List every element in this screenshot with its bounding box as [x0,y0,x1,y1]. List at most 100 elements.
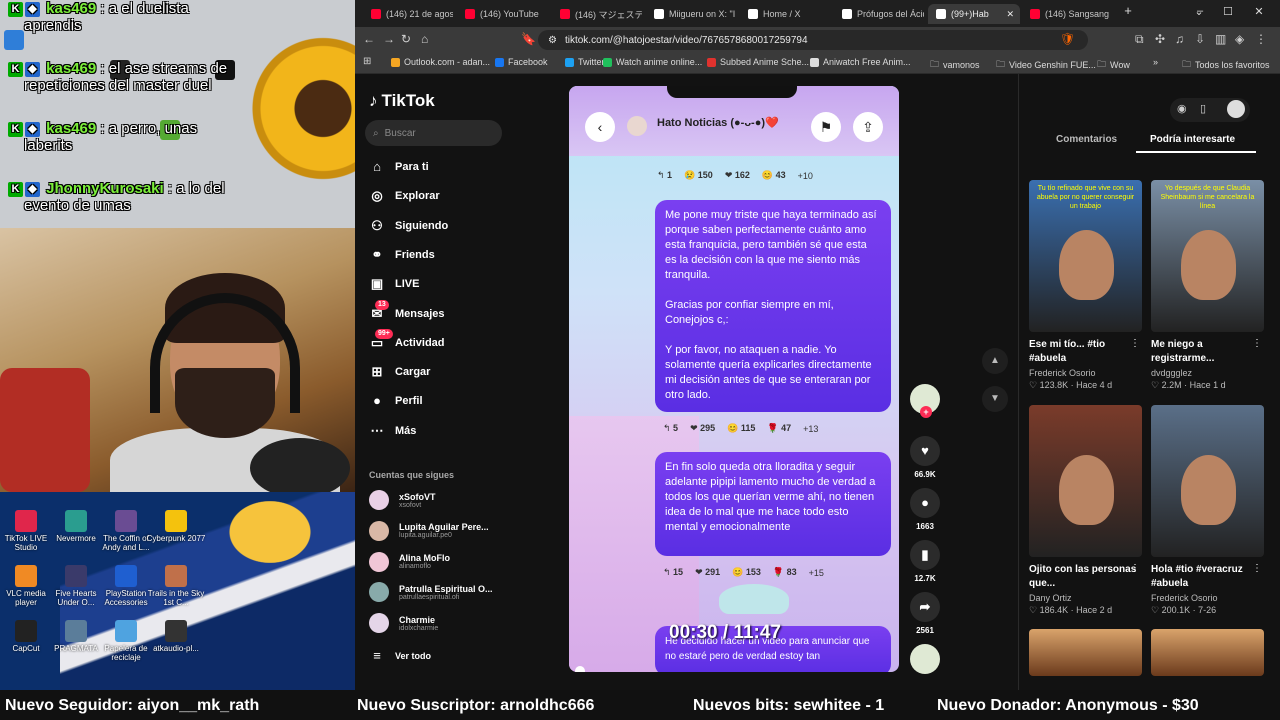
device-icon[interactable]: ▯ [1200,102,1206,115]
forward-icon[interactable]: → [383,32,395,46]
bookmark-item[interactable]: 🗀 vamonos [930,57,980,73]
nav-item-actividad[interactable]: ▭ 99+ Actividad [369,328,445,351]
see-all-button[interactable]: ≡ Ver todo [369,648,431,664]
minimize-icon[interactable]: – [1190,5,1210,17]
sidebar-icon[interactable]: ▥ [1215,32,1226,46]
video-player[interactable]: ‹ Hato Noticias (●-ᴗ-●)❤️ ⚑ ⇪ ↰ 1 😢 150 … [569,86,899,672]
apps-grid-icon[interactable]: ⊞ [363,56,371,67]
home-icon[interactable]: ⌂ [421,32,428,46]
close-window-icon[interactable]: ✕ [1249,5,1269,18]
nav-item-siguiendo[interactable]: ⚇ Siguiendo [369,218,448,234]
nav-item-cargar[interactable]: ⊞ Cargar [369,364,431,380]
video-caption: Ojito con las personas que... [1029,564,1137,589]
desktop-shortcut[interactable]: atkaudio-pl... [146,620,206,653]
browser-tab-active[interactable]: (99+)Hab ✕ [928,4,1020,24]
chat-text-continued: laberits [24,137,73,154]
tab-recommended[interactable]: Podría interesarte [1150,134,1235,145]
menu-icon[interactable]: ⋮ [1255,32,1267,46]
browser-tab[interactable]: (146) YouTube [457,4,547,24]
bookmark-item[interactable]: Watch anime online... [603,57,702,67]
comment-button[interactable]: ● 1663 [908,488,942,531]
user-avatar[interactable] [1227,100,1245,118]
bookmarks-overflow-icon[interactable]: » [1153,57,1158,67]
app-icon [15,620,37,642]
address-bar[interactable]: ⚙ tiktok.com/@hatojoestar/video/76765786… [538,30,1088,50]
desktop-shortcut[interactable]: Cyberpunk 2077 [146,510,206,543]
browser-tab[interactable]: Miigueru on X: "I [646,4,736,24]
progress-scrubber[interactable] [575,666,585,672]
recommended-video-card[interactable]: Tu tío refinado que vive con su abuela p… [1029,180,1142,391]
browser-tab[interactable]: (146) マジェスティ [552,4,642,24]
maximize-icon[interactable]: ☐ [1218,5,1238,18]
video-thumbnail[interactable] [1029,405,1142,557]
gift-icon[interactable]: ◉ [1177,102,1187,115]
video-thumbnail[interactable] [1151,629,1264,676]
bookmark-item[interactable]: Facebook [495,57,548,67]
browser-tab[interactable]: (146) 21 de agost [363,4,453,24]
nav-item-para-ti[interactable]: ⌂ Para ti [369,159,429,175]
media-icon[interactable]: ♫ [1175,32,1184,46]
desktop-shortcut[interactable]: Trails in the Sky 1st C... [146,565,206,607]
tiktok-logo[interactable]: ♪ TikTok [369,91,435,111]
video-thumbnail[interactable] [1029,629,1142,676]
chat-message: K ◆ JhonnyKurosaki : a lo del evento de u… [8,180,225,214]
brave-shield-icon[interactable]: 🛡 [1060,32,1075,46]
more-options-icon[interactable]: ⋮ [1130,563,1140,574]
video-thumbnail[interactable]: Yo después de que Claudia Sheinbaum si m… [1151,180,1264,332]
nav-item-explorar[interactable]: ◎ Explorar [369,188,439,204]
more-options-icon[interactable]: ⋮ [1252,338,1262,349]
share-button[interactable]: ➦ 2561 [908,592,942,635]
more-options-icon[interactable]: ⋮ [1252,563,1262,574]
like-button[interactable]: ♥ 66.9K [908,436,942,479]
follow-plus-icon[interactable]: + [920,406,932,418]
desktop-background: TikTok LIVE Studio Nevermore The Coffin of… [0,492,355,690]
creator-avatar[interactable]: + [908,384,942,418]
nav-item-más[interactable]: ⋯ Más [369,423,417,439]
followed-account[interactable]: xSofoVT xsofovt [369,490,436,510]
bookmark-item[interactable]: 🗀 Video Genshin FUE... [996,57,1096,73]
bookmark-item[interactable]: Subbed Anime Sche... [707,57,809,67]
recommended-video-card[interactable]: Yo después de que Claudia Sheinbaum si m… [1151,180,1264,391]
browser-tab[interactable]: Home / X [740,4,830,24]
reload-icon[interactable]: ↻ [401,32,411,46]
search-input[interactable]: ⌕ Buscar [365,120,502,146]
nav-item-perfil[interactable]: ● Perfil [369,393,422,409]
chevron-up-icon[interactable]: ▲ [982,348,1008,374]
chat-username: kas469 [46,60,97,77]
music-disc[interactable] [908,644,942,678]
extension-icon[interactable]: ⧉ [1135,32,1144,47]
followed-account[interactable]: Lupita Aguilar Pere... lupita.aguilar.pe0 [369,520,489,541]
browser-tab[interactable]: Prófugos del Ácid [834,4,924,24]
nav-item-mensajes[interactable]: ✉ 13 Mensajes [369,299,445,322]
recommended-video-card[interactable]: Ojito con las personas que... ⋮ Dany Ortiz… [1029,405,1142,616]
followed-account[interactable]: Alina MoFlo alinamoflo [369,551,450,572]
back-icon[interactable]: ← [363,32,375,46]
bookmark-item[interactable]: Twitter [565,57,605,67]
nav-item-friends[interactable]: ⚭ Friends [369,247,435,263]
badge-icon: K [8,121,23,137]
download-icon[interactable]: ⇩ [1195,32,1205,46]
nav-item-live[interactable]: ▣ LIVE [369,276,420,292]
bookmark-star-icon[interactable]: 🔖 [521,32,536,46]
bookmark-item[interactable]: Aniwatch Free Anim... [810,57,911,67]
home-icon: ⌂ [373,159,381,174]
followed-account[interactable]: Charmie idolxcharmie [369,613,438,634]
recommended-video-card[interactable]: Hola #tio #veracruz #abuela ⋮ Frederick Os… [1151,405,1264,616]
browser-tab[interactable]: (146) Sangsang E [1022,4,1112,24]
followed-account[interactable]: Patrulla Espiritual O... patrullaespiritu… [369,582,493,603]
bookmark-item[interactable]: 🗀 Wow [1097,57,1130,73]
extensions-puzzle-icon[interactable]: ✣ [1155,32,1165,46]
tab-comments[interactable]: Comentarios [1056,134,1117,145]
more-options-icon[interactable]: ⋮ [1130,338,1140,349]
video-thumbnail[interactable]: Tu tío refinado que vive con su abuela p… [1029,180,1142,332]
vpn-icon[interactable]: ◈ [1235,32,1244,46]
sunflower-decoration [248,0,355,228]
site-info-icon[interactable]: ⚙ [548,35,557,46]
new-tab-icon[interactable]: + [1118,3,1138,18]
chevron-down-icon[interactable]: ▼ [982,386,1008,412]
all-bookmarks[interactable]: 🗀 Todos los favoritos [1182,57,1270,73]
save-button[interactable]: ▮ 12.7K [908,540,942,583]
video-thumbnail[interactable] [1151,405,1264,557]
tab-close-icon[interactable]: ✕ [1006,9,1014,20]
bookmark-item[interactable]: Outlook.com - adan... [391,57,490,67]
